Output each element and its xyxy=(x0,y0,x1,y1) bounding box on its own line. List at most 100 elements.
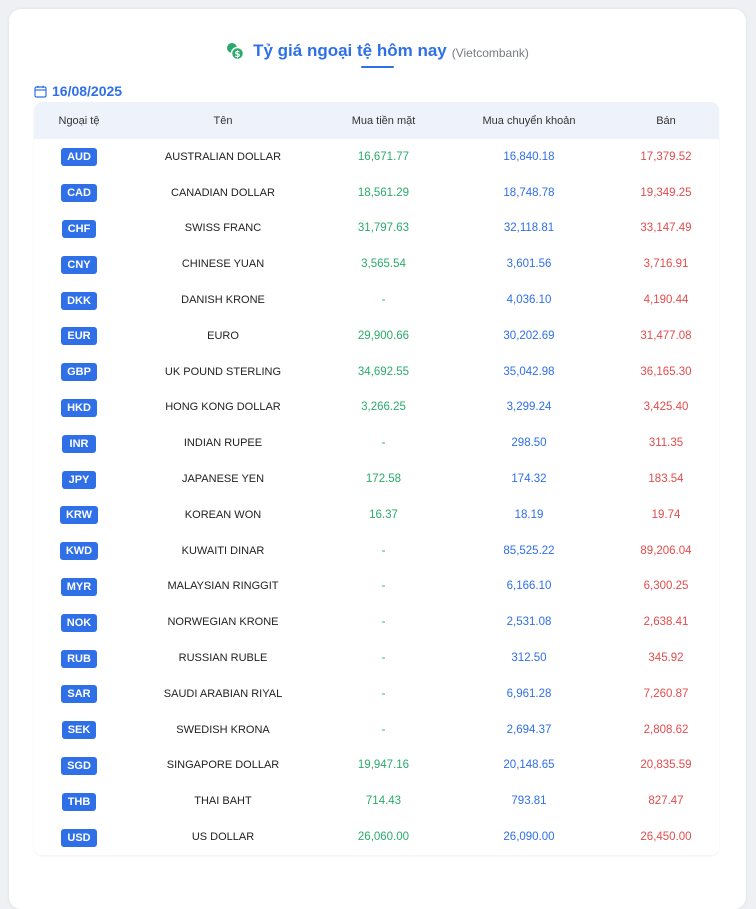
table-body: AUD AUSTRALIAN DOLLAR 16,671.77 16,840.18 17… xyxy=(34,139,719,855)
sell-rate: 4,190.44 xyxy=(643,294,689,307)
date-row: 16/08/2025 xyxy=(34,83,122,99)
currency-name: INDIAN RUPEE xyxy=(183,437,263,450)
cash-buy-rate: 31,797.63 xyxy=(357,222,410,235)
exchange-rate-card: $ Tỷ giá ngoại tệ hôm nay (Vietcombank) … xyxy=(9,9,746,909)
cash-buy-rate: 714.43 xyxy=(365,795,402,808)
currency-name: US DOLLAR xyxy=(191,831,255,844)
currency-name: JAPANESE YEN xyxy=(181,473,265,486)
sell-rate: 311.35 xyxy=(648,437,684,450)
table-row: RUB RUSSIAN RUBLE - 312.50 345.92 xyxy=(34,640,719,676)
transfer-buy-rate: 2,694.37 xyxy=(506,723,552,736)
currency-code-badge: CAD xyxy=(61,184,97,203)
table-row: NOK NORWEGIAN KRONE - 2,531.08 2,638.41 xyxy=(34,604,719,640)
sell-rate: 89,206.04 xyxy=(640,544,692,557)
cash-buy-rate: - xyxy=(381,437,386,450)
currency-code-badge: USD xyxy=(61,828,97,847)
transfer-buy-rate: 30,202.69 xyxy=(503,329,555,342)
column-header-transfer-buy: Mua chuyển khoản xyxy=(482,114,576,127)
table-row: DKK DANISH KRONE - 4,036.10 4,190.44 xyxy=(34,282,719,318)
transfer-buy-rate: 6,961.28 xyxy=(506,687,552,700)
sell-rate: 17,379.52 xyxy=(640,150,692,163)
transfer-buy-rate: 174.32 xyxy=(511,473,547,486)
sell-rate: 183.54 xyxy=(648,473,684,486)
currency-code-cell: MYR xyxy=(34,577,124,596)
table-row: KRW KOREAN WON 16.37 18.19 19.74 xyxy=(34,497,719,533)
table-row: CNY CHINESE YUAN 3,565.54 3,601.56 3,716.91 xyxy=(34,246,719,282)
currency-code-cell: INR xyxy=(34,434,124,453)
table-row: USD US DOLLAR 26,060.00 26,090.00 26,450.00 xyxy=(34,819,719,855)
table-row: JPY JAPANESE YEN 172.58 174.32 183.54 xyxy=(34,461,719,497)
sell-rate: 6,300.25 xyxy=(643,580,689,593)
transfer-buy-rate: 35,042.98 xyxy=(503,365,555,378)
table-row: INR INDIAN RUPEE - 298.50 311.35 xyxy=(34,425,719,461)
currency-name: EURO xyxy=(207,329,239,342)
table-row: CHF SWISS FRANC 31,797.63 32,118.81 33,147.4… xyxy=(34,211,719,247)
currency-code-cell: THB xyxy=(34,792,124,811)
currency-name: NORWEGIAN KRONE xyxy=(167,616,279,629)
cash-buy-rate: 18,561.29 xyxy=(357,186,410,199)
currency-code-badge: KRW xyxy=(59,506,99,525)
sell-rate: 2,638.41 xyxy=(643,616,689,629)
transfer-buy-rate: 18,748.78 xyxy=(503,186,555,199)
currency-code-badge: SGD xyxy=(61,756,97,775)
currency-code-cell: NOK xyxy=(34,613,124,632)
currency-name: KOREAN WON xyxy=(184,508,262,521)
title-underline xyxy=(361,66,394,68)
currency-code-cell: KRW xyxy=(34,505,124,525)
transfer-buy-rate: 3,601.56 xyxy=(506,258,552,271)
currency-exchange-icon: $ xyxy=(226,42,245,61)
column-header-code: Ngoại tệ xyxy=(58,114,100,127)
transfer-buy-rate: 2,531.08 xyxy=(506,616,552,629)
currency-code-badge: JPY xyxy=(62,470,96,489)
svg-text:$: $ xyxy=(235,50,241,60)
sell-rate: 26,450.00 xyxy=(640,831,692,844)
currency-code-cell: SAR xyxy=(34,684,124,704)
currency-code-badge: EUR xyxy=(61,327,97,346)
column-header-cash-buy: Mua tiền mặt xyxy=(351,114,416,127)
table-row: SGD SINGAPORE DOLLAR 19,947.16 20,148.65 20,… xyxy=(34,748,719,784)
currency-code-badge: DKK xyxy=(61,291,97,310)
currency-code-cell: EUR xyxy=(34,326,124,346)
currency-code-cell: CHF xyxy=(34,219,124,238)
currency-code-cell: AUD xyxy=(34,147,124,167)
sell-rate: 2,808.62 xyxy=(643,723,689,736)
sell-rate: 33,147.49 xyxy=(640,222,692,235)
sell-rate: 19,349.25 xyxy=(640,186,692,199)
cash-buy-rate: 19,947.16 xyxy=(357,759,410,772)
sell-rate: 20,835.59 xyxy=(640,759,692,772)
cash-buy-rate: 29,900.66 xyxy=(357,329,410,342)
transfer-buy-rate: 26,090.00 xyxy=(503,831,555,844)
column-header-sell: Bán xyxy=(656,114,676,127)
transfer-buy-rate: 16,840.18 xyxy=(503,150,555,163)
table-row: SEK SWEDISH KRONA - 2,694.37 2,808.62 xyxy=(34,712,719,748)
sell-rate: 7,260.87 xyxy=(643,687,689,700)
sell-rate: 827.47 xyxy=(648,795,684,808)
sell-rate: 345.92 xyxy=(648,652,684,665)
table-row: CAD CANADIAN DOLLAR 18,561.29 18,748.78 19,3… xyxy=(34,175,719,211)
cash-buy-rate: - xyxy=(381,294,386,307)
cash-buy-rate: - xyxy=(381,687,386,700)
currency-name: SAUDI ARABIAN RIYAL xyxy=(163,687,283,700)
table-header: Ngoại tệ Tên Mua tiền mặt Mua chuyển kho… xyxy=(34,102,719,139)
cash-buy-rate: - xyxy=(381,652,386,665)
table-row: GBP UK POUND STERLING 34,692.55 35,042.98 36… xyxy=(34,354,719,390)
page-title: Tỷ giá ngoại tệ hôm nay xyxy=(253,41,447,60)
currency-name: MALAYSIAN RINGGIT xyxy=(167,580,279,593)
currency-code-badge: NOK xyxy=(60,613,98,632)
currency-name: UK POUND STERLING xyxy=(164,365,282,378)
currency-code-cell: GBP xyxy=(34,362,124,382)
currency-code-badge: HKD xyxy=(61,398,97,417)
cash-buy-rate: - xyxy=(381,723,386,736)
sell-rate: 3,716.91 xyxy=(643,258,689,271)
currency-code-badge: SAR xyxy=(61,685,97,704)
currency-code-cell: SGD xyxy=(34,756,124,775)
currency-code-badge: KWD xyxy=(59,542,99,561)
sell-rate: 19.74 xyxy=(651,508,681,521)
transfer-buy-rate: 20,148.65 xyxy=(503,759,555,772)
currency-code-badge: THB xyxy=(61,792,97,811)
transfer-buy-rate: 6,166.10 xyxy=(506,580,552,593)
currency-code-cell: CNY xyxy=(34,255,124,274)
cash-buy-rate: 26,060.00 xyxy=(357,831,410,844)
cash-buy-rate: 16.37 xyxy=(369,508,398,521)
currency-name: THAI BAHT xyxy=(194,795,252,808)
